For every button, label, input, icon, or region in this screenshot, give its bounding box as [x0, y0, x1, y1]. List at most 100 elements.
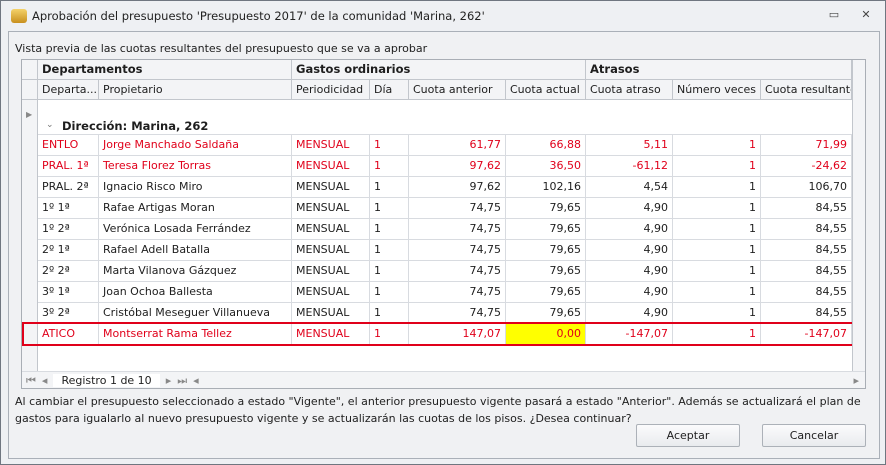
hscroll-right-icon[interactable]: ▸: [853, 374, 859, 387]
chevron-down-icon[interactable]: ⌄: [46, 120, 54, 130]
cell-per[interactable]: MENSUAL: [292, 198, 370, 219]
cell-veces[interactable]: 1: [673, 324, 761, 345]
cell-veces[interactable]: 1: [673, 240, 761, 261]
cell-per[interactable]: MENSUAL: [292, 177, 370, 198]
cell-prop[interactable]: Jorge Manchado Saldaña: [99, 135, 292, 156]
cell-ant[interactable]: 74,75: [409, 198, 506, 219]
cell-ant[interactable]: 74,75: [409, 240, 506, 261]
cell-dia[interactable]: 1: [370, 177, 409, 198]
cell-res[interactable]: 84,55: [761, 303, 852, 324]
cell-dep[interactable]: 1º 1ª: [38, 198, 99, 219]
cell-veces[interactable]: 1: [673, 303, 761, 324]
cell-atr[interactable]: -61,12: [586, 156, 673, 177]
cell-act[interactable]: 79,65: [506, 282, 586, 303]
cell-atr[interactable]: 4,54: [586, 177, 673, 198]
cell-ant[interactable]: 97,62: [409, 156, 506, 177]
cell-dia[interactable]: 1: [370, 324, 409, 345]
vertical-scrollbar[interactable]: [852, 60, 865, 371]
table-row[interactable]: ENTLO Jorge Manchado Saldaña MENSUAL 1 61,77…: [38, 135, 852, 156]
cell-atr[interactable]: 4,90: [586, 198, 673, 219]
prev-record-icon[interactable]: ◂: [42, 374, 48, 387]
col-departamento[interactable]: Departa...: [38, 80, 99, 99]
cell-atr[interactable]: 4,90: [586, 219, 673, 240]
close-icon[interactable]: ✕: [859, 8, 873, 22]
cell-prop[interactable]: Teresa Florez Torras: [99, 156, 292, 177]
cell-act[interactable]: 66,88: [506, 135, 586, 156]
cell-per[interactable]: MENSUAL: [292, 324, 370, 345]
cell-dep[interactable]: ENTLO: [38, 135, 99, 156]
cell-res[interactable]: -147,07: [761, 324, 852, 345]
cell-ant[interactable]: 147,07: [409, 324, 506, 345]
cell-ant[interactable]: 74,75: [409, 219, 506, 240]
cell-per[interactable]: MENSUAL: [292, 240, 370, 261]
cell-per[interactable]: MENSUAL: [292, 261, 370, 282]
cell-prop[interactable]: Verónica Losada Ferrández: [99, 219, 292, 240]
cell-dep[interactable]: 3º 1ª: [38, 282, 99, 303]
cell-per[interactable]: MENSUAL: [292, 303, 370, 324]
cell-veces[interactable]: 1: [673, 219, 761, 240]
table-row[interactable]: PRAL. 2ª Ignacio Risco Miro MENSUAL 1 97,62 1…: [38, 177, 852, 198]
cell-dia[interactable]: 1: [370, 240, 409, 261]
cell-prop[interactable]: Rafae Artigas Moran: [99, 198, 292, 219]
cell-dia[interactable]: 1: [370, 219, 409, 240]
cell-dep[interactable]: PRAL. 2ª: [38, 177, 99, 198]
col-cuota-anterior[interactable]: Cuota anterior: [409, 80, 506, 99]
restore-icon[interactable]: ▭: [827, 8, 841, 22]
cell-prop[interactable]: Cristóbal Meseguer Villanueva: [99, 303, 292, 324]
col-numero-veces[interactable]: Número veces: [673, 80, 761, 99]
cell-dep[interactable]: 2º 1ª: [38, 240, 99, 261]
cell-per[interactable]: MENSUAL: [292, 219, 370, 240]
cell-res[interactable]: 84,55: [761, 240, 852, 261]
first-record-icon[interactable]: ⏮: [26, 374, 36, 388]
accept-button[interactable]: Aceptar: [636, 424, 740, 447]
group-row[interactable]: ⌄ Dirección: Marina, 262: [38, 100, 852, 135]
cell-res[interactable]: 84,55: [761, 261, 852, 282]
band-gastos-ordinarios[interactable]: Gastos ordinarios: [292, 60, 586, 79]
cell-act[interactable]: 79,65: [506, 240, 586, 261]
cell-res[interactable]: 106,70: [761, 177, 852, 198]
cell-per[interactable]: MENSUAL: [292, 156, 370, 177]
cell-veces[interactable]: 1: [673, 282, 761, 303]
cell-dia[interactable]: 1: [370, 135, 409, 156]
table-row[interactable]: 2º 1ª Rafael Adell Batalla MENSUAL 1 74,75 79…: [38, 240, 852, 261]
cell-prop[interactable]: Montserrat Rama Tellez: [99, 324, 292, 345]
cell-dep[interactable]: 2º 2ª: [38, 261, 99, 282]
col-cuota-resultante[interactable]: Cuota resultante: [761, 80, 852, 99]
table-row[interactable]: ATICO Montserrat Rama Tellez MENSUAL 1 147,0…: [38, 324, 852, 345]
col-cuota-atraso[interactable]: Cuota atraso: [586, 80, 673, 99]
cell-dia[interactable]: 1: [370, 156, 409, 177]
cell-dia[interactable]: 1: [370, 303, 409, 324]
table-row[interactable]: PRAL. 1ª Teresa Florez Torras MENSUAL 1 97,6…: [38, 156, 852, 177]
cell-prop[interactable]: Rafael Adell Batalla: [99, 240, 292, 261]
cell-atr[interactable]: -147,07: [586, 324, 673, 345]
cell-ant[interactable]: 74,75: [409, 282, 506, 303]
cell-atr[interactable]: 4,90: [586, 282, 673, 303]
cell-act[interactable]: 79,65: [506, 219, 586, 240]
cell-dia[interactable]: 1: [370, 198, 409, 219]
cell-atr[interactable]: 4,90: [586, 303, 673, 324]
cell-prop[interactable]: Ignacio Risco Miro: [99, 177, 292, 198]
cell-atr[interactable]: 4,90: [586, 261, 673, 282]
cell-act[interactable]: 79,65: [506, 303, 586, 324]
cell-act[interactable]: 79,65: [506, 261, 586, 282]
cell-ant[interactable]: 61,77: [409, 135, 506, 156]
cancel-button[interactable]: Cancelar: [762, 424, 866, 447]
cell-act[interactable]: 102,16: [506, 177, 586, 198]
cell-prop[interactable]: Joan Ochoa Ballesta: [99, 282, 292, 303]
cell-res[interactable]: 84,55: [761, 219, 852, 240]
cell-act[interactable]: 0,00: [506, 324, 586, 345]
cell-ant[interactable]: 74,75: [409, 303, 506, 324]
col-dia[interactable]: Día: [370, 80, 409, 99]
cell-dia[interactable]: 1: [370, 261, 409, 282]
cell-veces[interactable]: 1: [673, 156, 761, 177]
col-propietario[interactable]: Propietario: [99, 80, 292, 99]
cell-ant[interactable]: 97,62: [409, 177, 506, 198]
table-row[interactable]: 1º 2ª Verónica Losada Ferrández MENSUAL 1 74…: [38, 219, 852, 240]
cell-veces[interactable]: 1: [673, 177, 761, 198]
hscroll-left-icon[interactable]: ◂: [193, 374, 199, 387]
cell-dia[interactable]: 1: [370, 282, 409, 303]
cell-veces[interactable]: 1: [673, 135, 761, 156]
cell-ant[interactable]: 74,75: [409, 261, 506, 282]
cell-res[interactable]: -24,62: [761, 156, 852, 177]
cell-veces[interactable]: 1: [673, 261, 761, 282]
